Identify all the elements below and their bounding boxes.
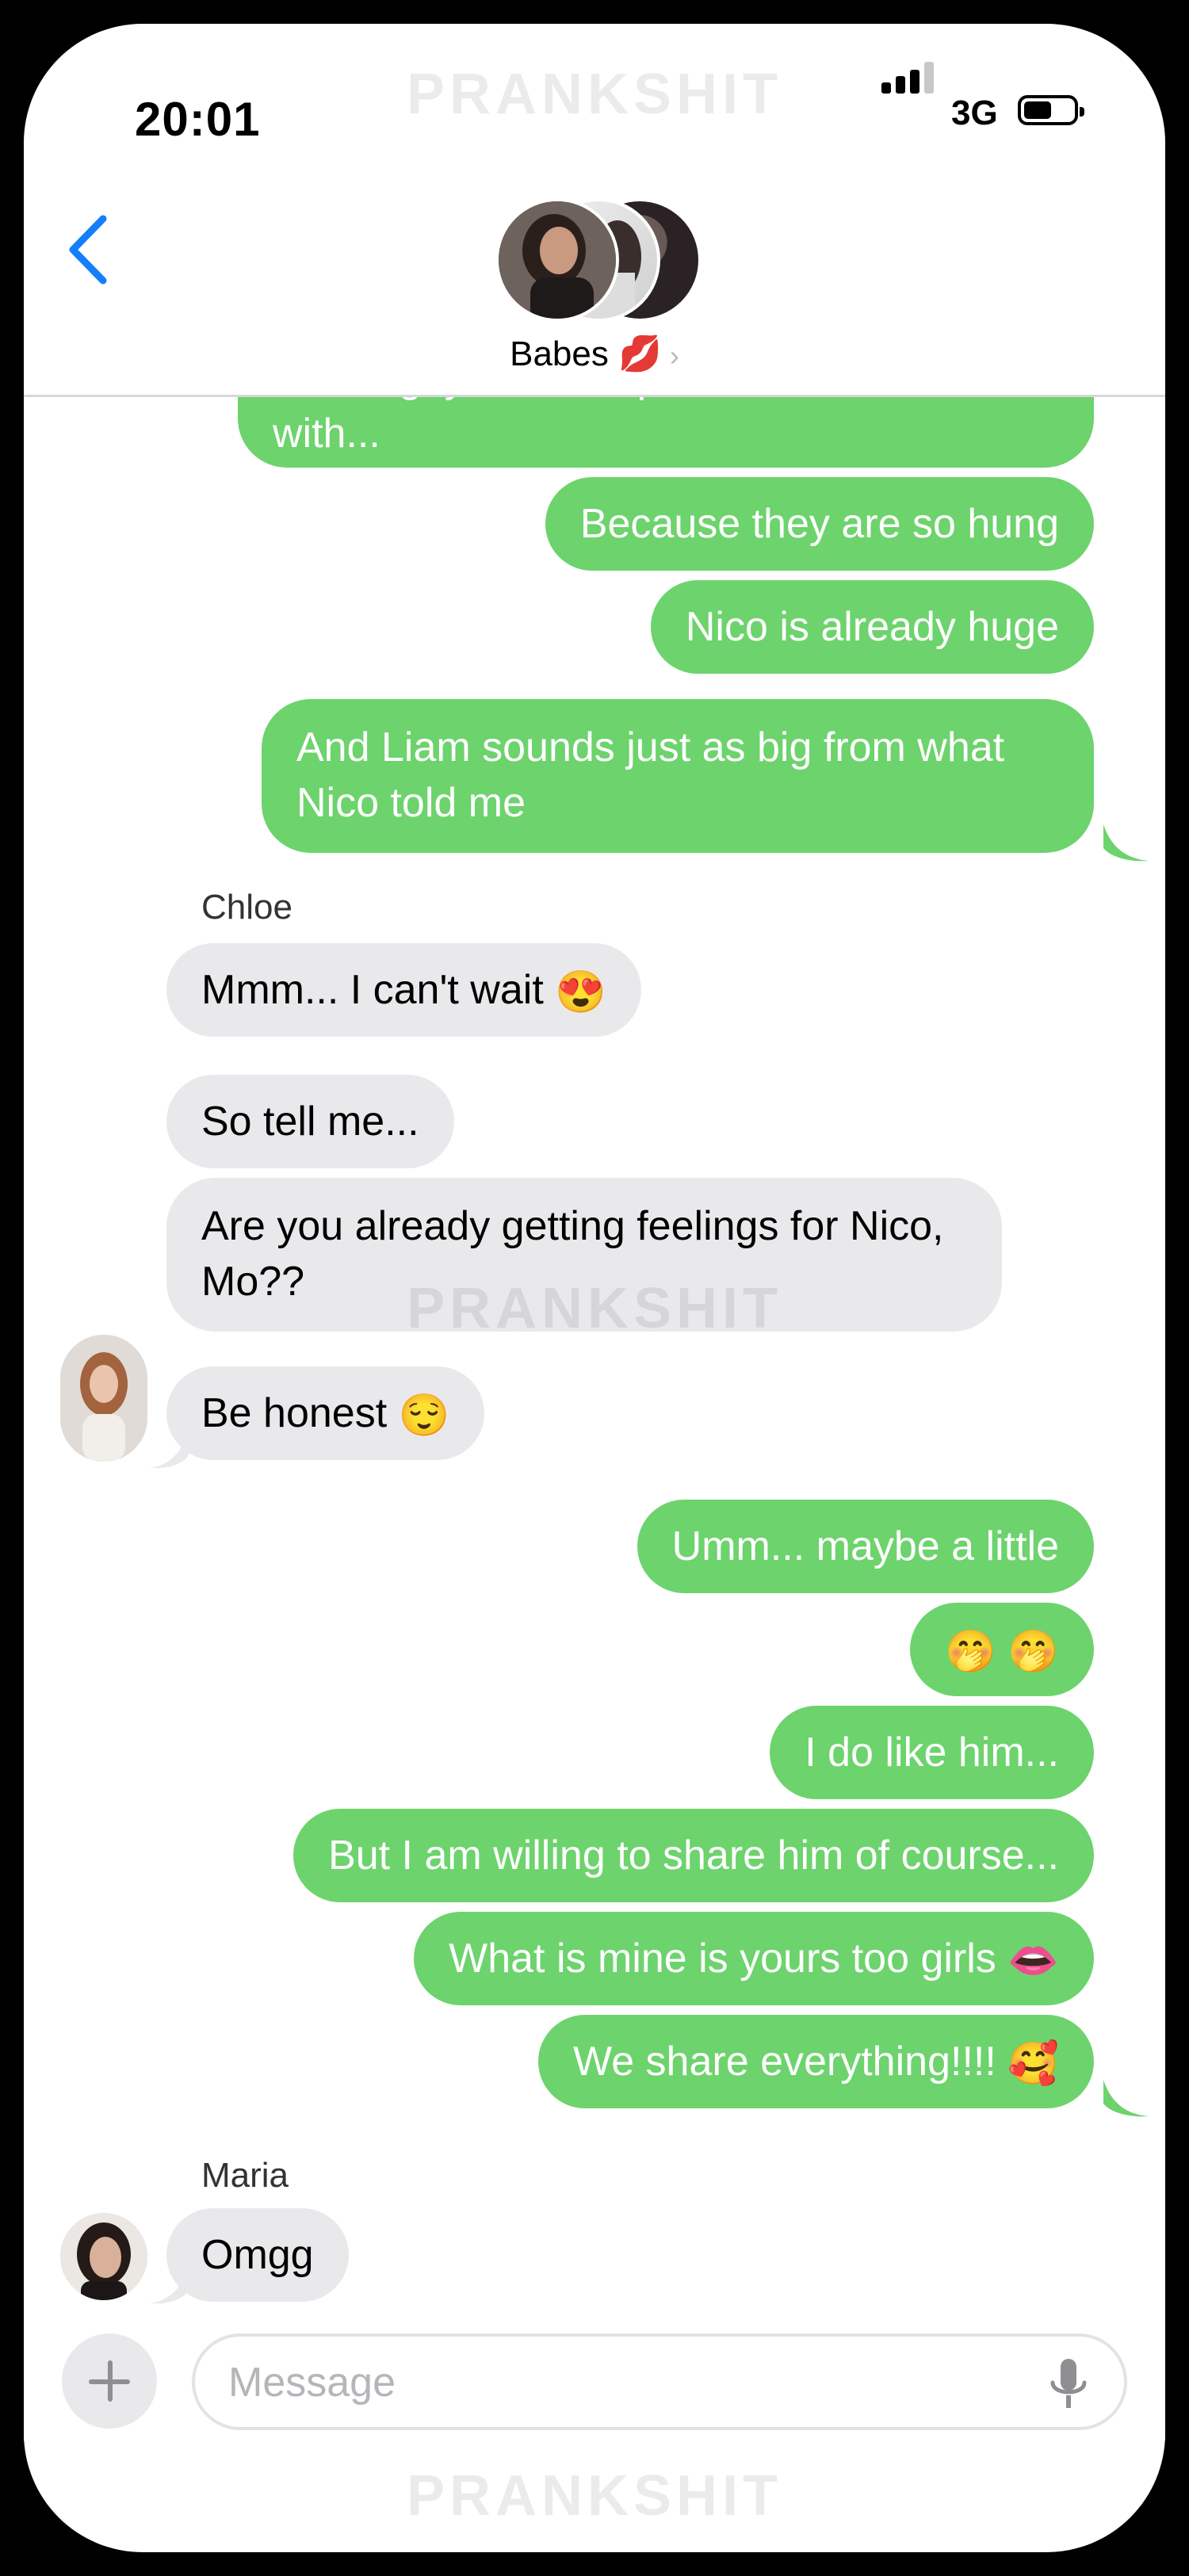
back-chevron-icon[interactable] (65, 214, 113, 285)
bubble-tail (1103, 824, 1149, 862)
message-line: Nico told me (296, 780, 526, 826)
phone-screen: 20:01 3G Babes 💋 › with... Because they … (24, 24, 1165, 2552)
message-input-container[interactable] (192, 2333, 1127, 2430)
message-bubble-outgoing[interactable]: What is mine is yours too girls 👄 (414, 1912, 1094, 2005)
message-text: But I am willing to share him of course.… (328, 1833, 1059, 1878)
group-emoji: 💋 (618, 334, 662, 373)
message-line: And Liam sounds just as big from what (296, 724, 1005, 770)
sender-label-maria: Maria (201, 2156, 289, 2195)
message-line: with... (273, 411, 380, 457)
chevron-right-icon: › (669, 339, 679, 372)
message-bubble-incoming[interactable]: So tell me... (166, 1075, 454, 1168)
message-thread: Those guys are the perfect ones to do it… (24, 24, 1165, 2552)
message-bubble-outgoing[interactable]: Because they are so hung (545, 477, 1094, 571)
message-text: Umm... maybe a little (671, 1523, 1059, 1569)
chat-header: Babes 💋 › (24, 166, 1165, 397)
lips-emoji: 👄 (1007, 1938, 1059, 1985)
group-avatars[interactable] (495, 198, 702, 325)
smiling-hearts-emoji: 🥰 (1007, 2041, 1059, 2088)
message-bubble-incoming[interactable]: Are you already getting feelings for Nic… (166, 1178, 1002, 1332)
message-text: So tell me... (201, 1099, 419, 1145)
message-text: We share everything!!!! (573, 2039, 996, 2085)
message-bubble-outgoing[interactable]: Nico is already huge (650, 580, 1094, 674)
message-text: Because they are so hung (579, 501, 1059, 547)
message-bubble-incoming[interactable]: Mmm... I can't wait 😍 (166, 943, 641, 1037)
heart-eyes-emoji: 😍 (555, 969, 606, 1016)
message-text: Be honest (201, 1390, 388, 1436)
message-text: I do like him... (805, 1729, 1059, 1775)
message-bubble-outgoing[interactable]: We share everything!!!! 🥰 (538, 2015, 1094, 2108)
message-input[interactable] (227, 2354, 1023, 2411)
hand-over-mouth-emoji: 🤭 🤭 (945, 1629, 1059, 1676)
message-text: Mmm... I can't wait (201, 967, 544, 1013)
microphone-icon[interactable] (1045, 2357, 1092, 2413)
message-bubble-outgoing[interactable]: Umm... maybe a little (637, 1500, 1094, 1593)
relieved-face-emoji: 😌 (398, 1393, 450, 1439)
bubble-tail (1103, 2080, 1149, 2117)
compose-bar (24, 2322, 1165, 2441)
message-bubble-incoming[interactable]: Be honest 😌 (166, 1366, 485, 1460)
message-bubble-incoming[interactable]: Omgg (166, 2208, 349, 2302)
group-title[interactable]: Babes 💋 › (24, 333, 1165, 374)
sender-label-chloe: Chloe (201, 888, 292, 927)
message-text: Nico is already huge (685, 604, 1059, 650)
message-bubble-outgoing[interactable]: I do like him... (770, 1706, 1094, 1799)
plus-icon[interactable] (62, 2333, 157, 2429)
message-bubble-outgoing[interactable]: And Liam sounds just as big from what Ni… (262, 699, 1094, 853)
message-text: Omgg (201, 2232, 314, 2278)
message-bubble-outgoing[interactable]: 🤭 🤭 (910, 1603, 1094, 1696)
avatar-maria[interactable] (60, 2213, 147, 2300)
message-line: Mo?? (201, 1259, 305, 1305)
message-line: Are you already getting feelings for Nic… (201, 1203, 944, 1249)
group-avatar-1 (495, 198, 619, 322)
message-text: What is mine is yours too girls (449, 1936, 996, 1982)
group-name: Babes (510, 334, 609, 373)
message-bubble-outgoing[interactable]: But I am willing to share him of course.… (293, 1809, 1094, 1902)
avatar-chloe[interactable] (60, 1335, 147, 1462)
